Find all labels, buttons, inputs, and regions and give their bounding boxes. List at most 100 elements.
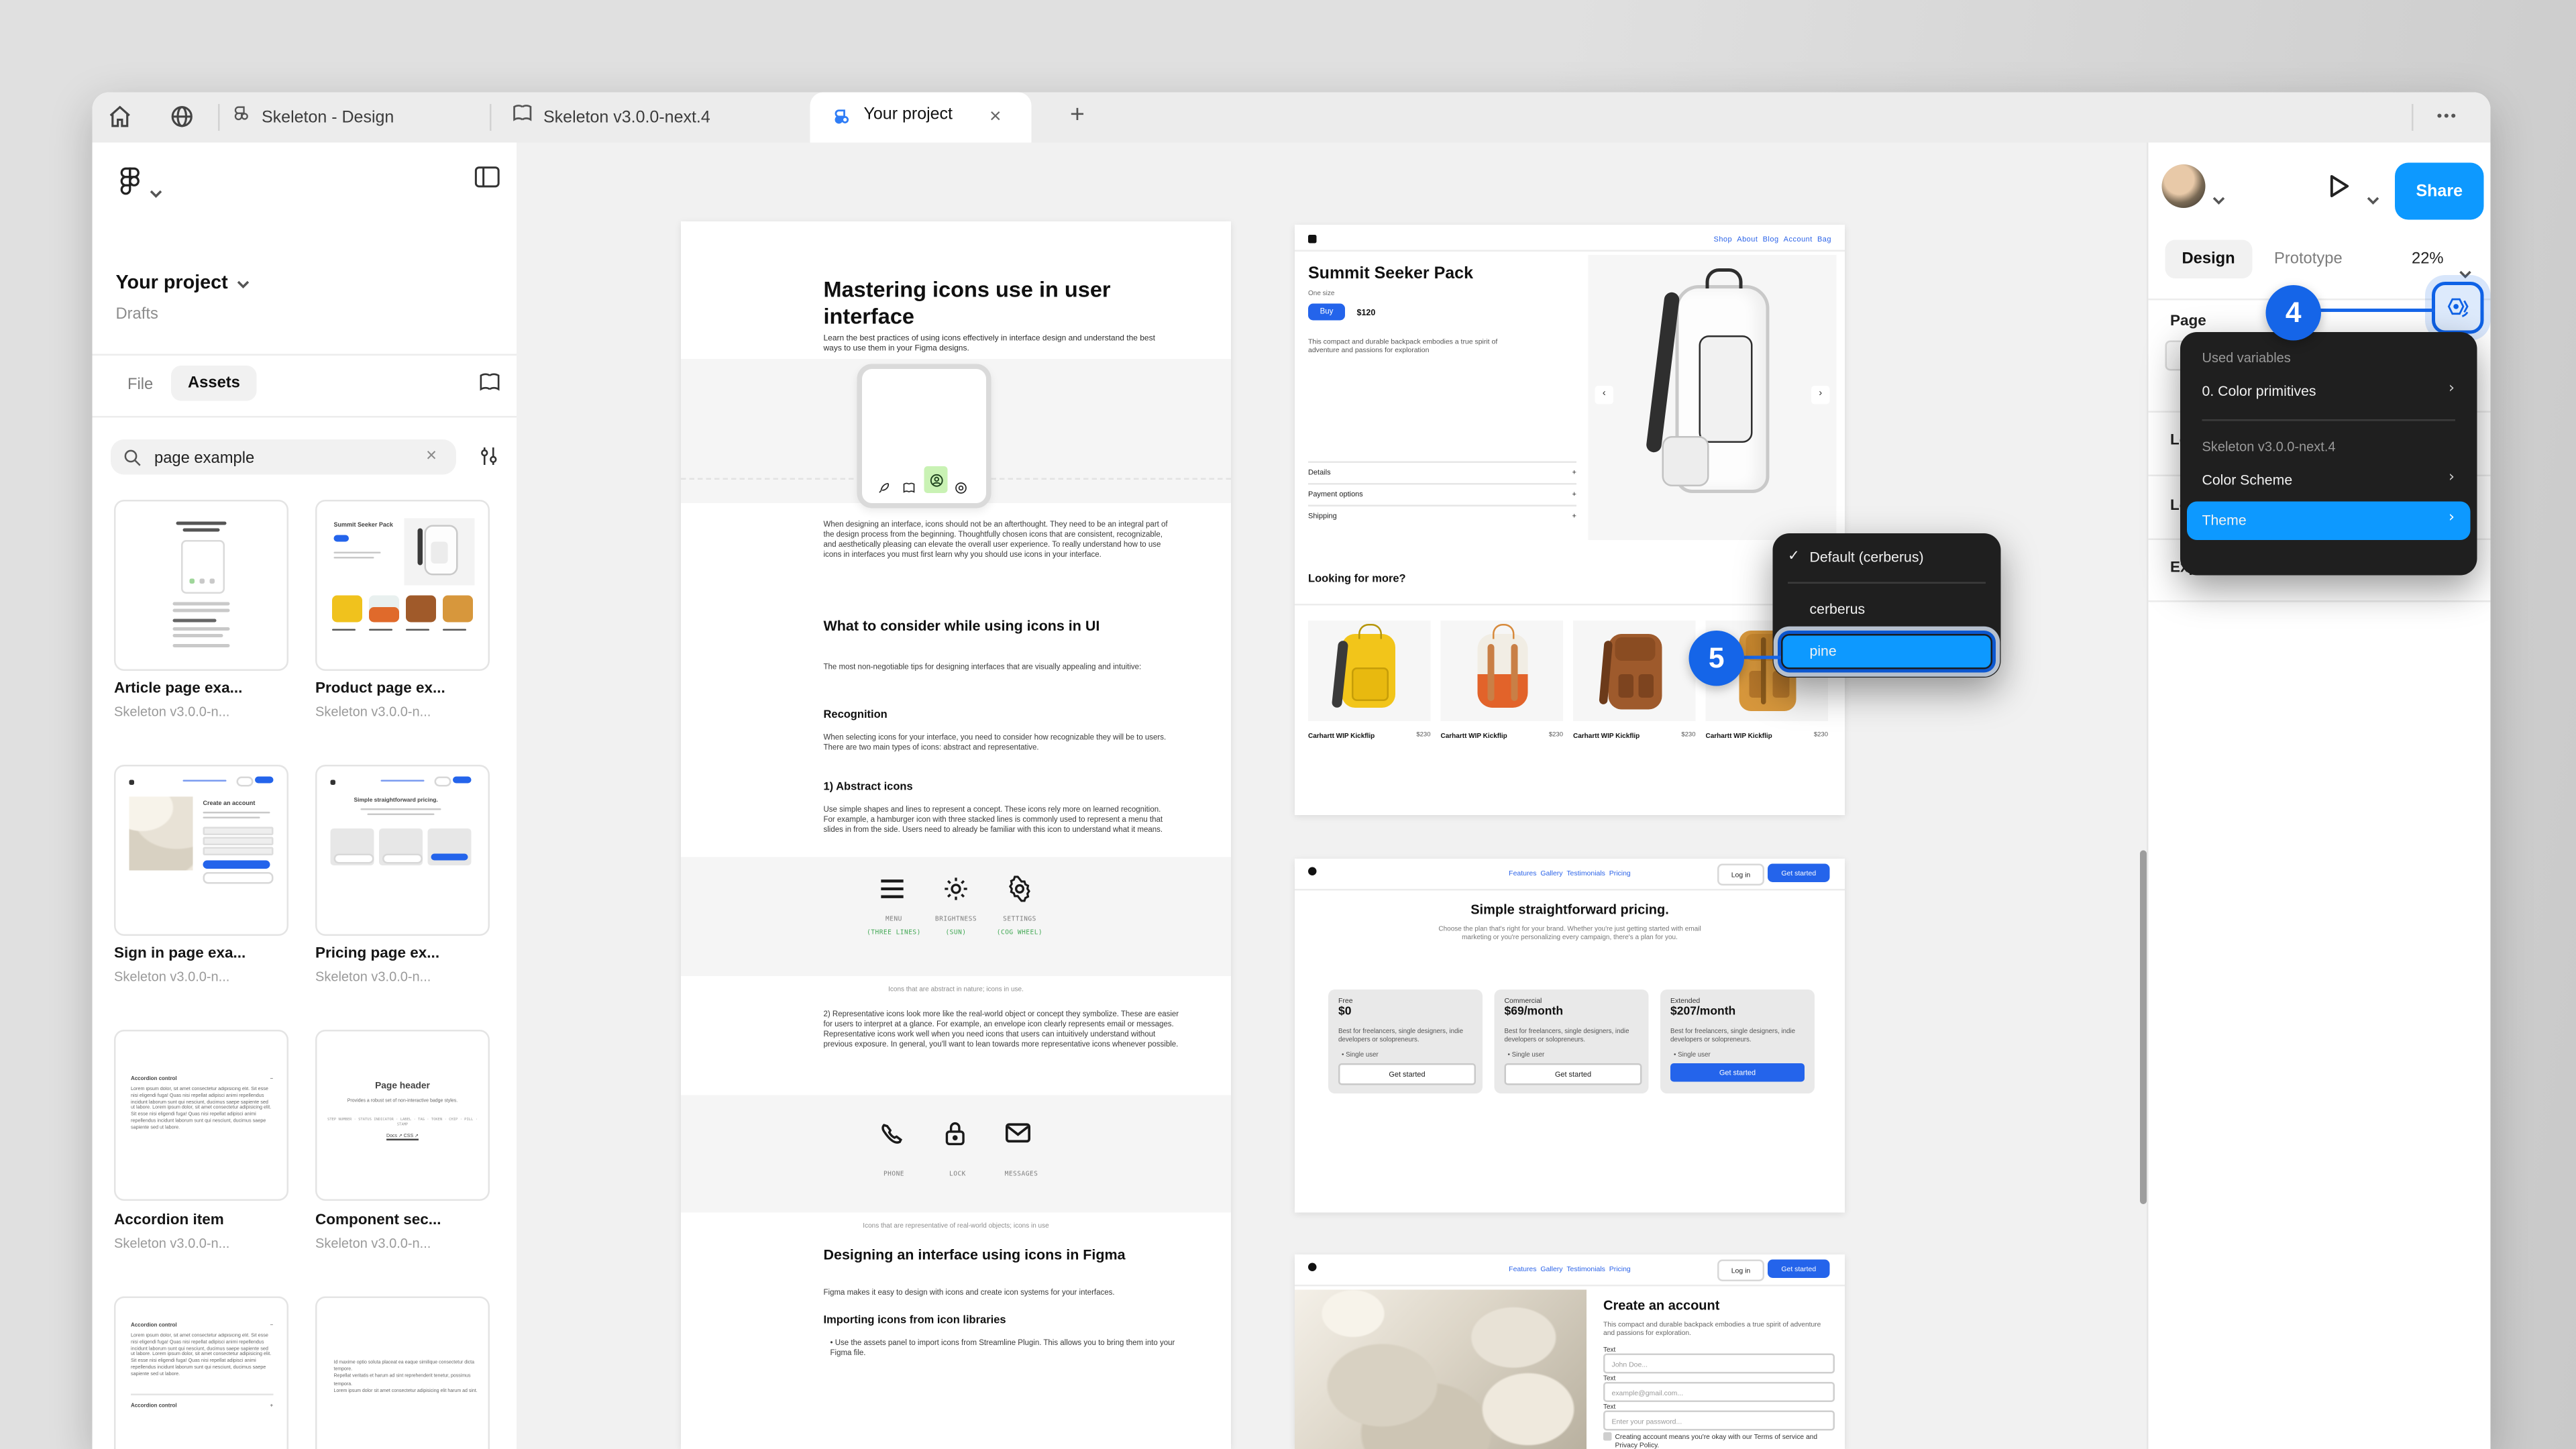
frame-pricing-page[interactable]: Features Gallery Testimonials Pricing Lo… <box>1295 859 1845 1213</box>
tab-file[interactable]: File <box>127 376 153 394</box>
tab-assets[interactable]: Assets <box>171 366 257 401</box>
globe-icon[interactable] <box>170 104 195 138</box>
tab-skeleton-library[interactable]: Skeleton v3.0.0-next.4 <box>512 103 710 133</box>
product-card-name: Carhartt WIP Kickflip <box>1705 731 1772 740</box>
icon-label: BRIGHTNESS <box>934 914 977 923</box>
frame-product-page[interactable]: Shop About Blog Account Bag Summit Seeke… <box>1295 225 1845 815</box>
menu-item-color-scheme[interactable]: Color Scheme <box>2202 472 2293 488</box>
login-button[interactable]: Log in <box>1717 1259 1764 1281</box>
badge5-connector-line <box>1744 655 1781 660</box>
menu-item-default-cerberus[interactable]: Default (cerberus) <box>1810 549 1924 566</box>
tab-divider <box>218 104 220 131</box>
present-play-icon[interactable] <box>2328 173 2351 209</box>
get-started-button[interactable]: Get started <box>1768 1259 1830 1278</box>
carousel-next[interactable]: › <box>1811 386 1830 405</box>
product-card[interactable]: Carhartt WIP Kickflip $230 <box>1440 621 1563 755</box>
asset-thumb-article[interactable] <box>114 500 288 671</box>
product-size: One size <box>1308 288 1335 297</box>
apply-variable-icon-button[interactable] <box>2432 282 2484 334</box>
zoom-level[interactable]: 22% <box>2412 250 2444 269</box>
plan-cta[interactable]: Get started <box>1670 1063 1805 1082</box>
password-field[interactable]: Enter your password... <box>1603 1410 1835 1431</box>
asset-thumb-product[interactable]: Summit Seeker Pack <box>315 500 490 671</box>
article-paragraph: Use simple shapes and lines to represent… <box>823 805 1163 834</box>
product-card[interactable]: Carhartt WIP Kickflip $230 <box>1308 621 1431 755</box>
tab-label: Skeleton v3.0.0-next.4 <box>543 108 710 127</box>
email-field[interactable]: example@gmail.com... <box>1603 1382 1835 1402</box>
plan-cta[interactable]: Get started <box>1504 1063 1642 1085</box>
home-icon[interactable] <box>107 104 133 138</box>
library-book-icon[interactable] <box>478 371 502 403</box>
chevron-right-icon: › <box>2449 510 2455 527</box>
buy-button[interactable]: Buy <box>1308 303 1345 321</box>
chevron-down-icon[interactable] <box>2367 183 2380 213</box>
filter-icon[interactable] <box>478 445 500 477</box>
close-icon[interactable]: × <box>989 104 1002 127</box>
product-price: $120 <box>1356 309 1376 319</box>
tab-skeleton-design[interactable]: Skeleton - Design <box>233 103 394 133</box>
new-tab-button[interactable]: + <box>1070 101 1085 129</box>
menu-item-color-primitives[interactable]: 0. Color primitives <box>2202 382 2316 399</box>
tab-prototype[interactable]: Prototype <box>2274 250 2343 269</box>
login-button[interactable]: Log in <box>1717 863 1764 885</box>
product-card-price: $230 <box>1813 731 1828 738</box>
chevron-down-icon[interactable] <box>2212 183 2226 213</box>
frame-article-page[interactable]: Mastering icons use in user interface Le… <box>681 221 1231 1449</box>
article-h3: Importing icons from icon libraries <box>823 1315 1006 1327</box>
icon-note: (COG WHEEL) <box>996 927 1043 936</box>
account-desc: This compact and durable backpack embodi… <box>1603 1320 1821 1338</box>
plan-card-extended[interactable]: Extended $207/month Best for freelancers… <box>1660 989 1815 1093</box>
figma-file-icon-active <box>834 106 853 138</box>
panel-toggle-icon[interactable] <box>474 166 500 197</box>
design-canvas[interactable]: Mastering icons use in user interface Le… <box>517 142 2147 1449</box>
product-card[interactable]: Carhartt WIP Kickflip $230 <box>1573 621 1696 755</box>
asset-thumb-pricing[interactable]: Simple straightforward pricing. <box>315 765 490 936</box>
get-started-button[interactable]: Get started <box>1768 863 1830 882</box>
asset-thumb-signin[interactable]: Create an account <box>114 765 288 936</box>
frame-signin-page[interactable]: Features Gallery Testimonials Pricing Lo… <box>1295 1254 1845 1449</box>
avatar[interactable] <box>2161 164 2206 208</box>
menu-item-pine[interactable]: pine <box>1781 634 1992 669</box>
asset-thumb-page-header[interactable]: Page header Provides a robust set of non… <box>315 1030 490 1201</box>
carousel-prev[interactable]: ‹ <box>1595 386 1613 405</box>
terms-checkbox[interactable] <box>1603 1432 1611 1440</box>
tab-design[interactable]: Design <box>2165 239 2252 278</box>
project-title-row[interactable]: Your project <box>116 274 250 294</box>
article-caption: Icons that are representative of real-wo… <box>863 1221 1049 1230</box>
plan-card-commercial[interactable]: Commercial $69/month Best for freelancer… <box>1494 989 1649 1093</box>
settings-gear-icon <box>1006 875 1033 911</box>
asset-thumb-accordion[interactable]: Accordion control − Lorem ipsum dolor, s… <box>114 1296 288 1449</box>
accordion-shipping[interactable]: Shipping + <box>1308 512 1576 521</box>
product-card-price: $230 <box>1548 731 1563 738</box>
search-box[interactable]: × <box>111 439 456 478</box>
clear-search-icon[interactable]: × <box>426 446 437 466</box>
accordion-payment[interactable]: Payment options + <box>1308 490 1576 498</box>
accordion-details[interactable]: Details + <box>1308 468 1576 477</box>
asset-thumb-accordion-item[interactable]: Accordion control − Lorem ipsum dolor, s… <box>114 1030 288 1201</box>
chevron-down-icon[interactable] <box>150 176 163 207</box>
canvas-scrollbar[interactable] <box>2140 850 2146 1204</box>
product-image: ‹ › <box>1588 255 1837 540</box>
overflow-menu-icon[interactable]: ••• <box>2437 107 2458 124</box>
asset-thumb-lists[interactable]: Id maxime optio soluta placeat ea eaque … <box>315 1296 490 1449</box>
product-nav[interactable]: Shop About Blog Account Bag <box>1713 235 1831 244</box>
article-paragraph: When designing an interface, icons shoul… <box>823 520 1168 558</box>
menu-item-theme[interactable]: Theme › <box>2187 501 2471 540</box>
figma-file-icon <box>233 101 252 133</box>
search-input[interactable] <box>151 439 409 478</box>
divider <box>92 354 517 356</box>
share-button[interactable]: Share <box>2395 162 2484 220</box>
article-paragraph: Figma makes it easy to design with icons… <box>823 1288 1115 1297</box>
asset-library: Skeleton v3.0.0-n... <box>315 704 431 720</box>
icon-label: SETTINGS <box>1003 914 1036 923</box>
plan-card-free[interactable]: Free $0 Best for freelancers, single des… <box>1328 989 1483 1093</box>
tab-your-project[interactable]: Your project × <box>810 92 1032 143</box>
figma-menu-icon[interactable] <box>119 166 142 205</box>
name-field[interactable]: John Doe... <box>1603 1353 1835 1374</box>
icon-label: MENU <box>885 914 902 923</box>
menu-item-cerberus[interactable]: cerberus <box>1810 600 1866 617</box>
figma-window: Skeleton - Design Skeleton v3.0.0-next.4… <box>92 92 2491 1449</box>
field-label: Text <box>1603 1402 1616 1411</box>
plan-cta[interactable]: Get started <box>1338 1063 1476 1085</box>
book-icon <box>902 473 916 503</box>
